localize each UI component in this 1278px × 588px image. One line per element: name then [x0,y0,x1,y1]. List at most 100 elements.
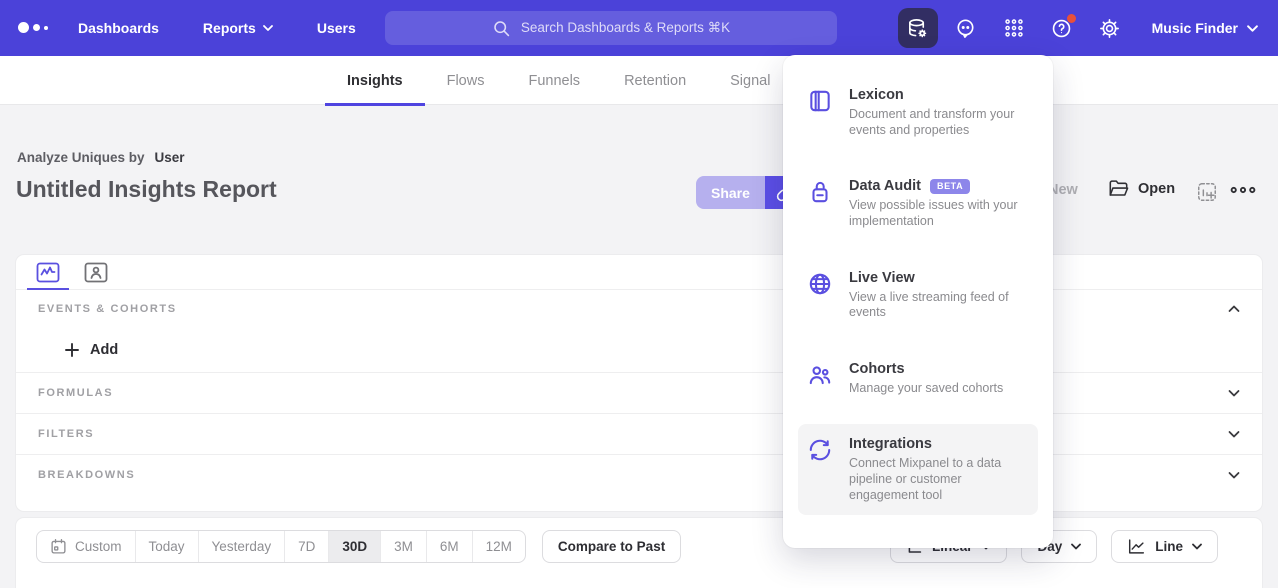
nav-users[interactable]: Users [317,20,356,36]
message-bubble-icon [954,17,977,40]
range-yesterday[interactable]: Yesterday [198,531,285,562]
menu-item-cohorts[interactable]: Cohorts Manage your saved cohorts [798,349,1038,409]
calendar-icon [50,538,67,555]
chevron-down-icon [1228,430,1240,438]
range-30d[interactable]: 30D [328,531,380,562]
menu-item-integrations[interactable]: Integrations Connect Mixpanel to a data … [798,424,1038,515]
settings-button[interactable] [1090,8,1130,48]
share-button[interactable]: Share [696,176,765,209]
range-custom[interactable]: Custom [37,531,135,562]
nav-users-label: Users [317,20,356,36]
nav-reports-label: Reports [203,20,256,36]
filters-label: FILTERS [38,428,94,440]
open-report-button[interactable]: Open [1108,179,1175,198]
beta-badge: BETA [930,179,970,194]
filters-section[interactable]: FILTERS [16,413,1262,454]
tab-label: Insights [347,73,403,89]
analyze-entity-selector[interactable]: User [155,150,185,165]
events-cohorts-label: EVENTS & COHORTS [38,303,177,315]
breakdowns-section[interactable]: BREAKDOWNS [16,454,1262,495]
person-card-icon [84,262,108,283]
tab-insights[interactable]: Insights [325,56,425,105]
range-today[interactable]: Today [135,531,198,562]
more-options-button[interactable] [1230,184,1256,196]
cohorts-people-icon [807,361,833,397]
logo-dot [44,26,48,30]
tab-label: Funnels [528,73,580,89]
add-event-row: Add [16,328,1262,372]
chart-type-label: Line [1155,539,1183,554]
menu-item-title: Live View [849,270,915,286]
add-to-dashboard-button[interactable] [1196,181,1218,203]
nav-dashboards[interactable]: Dashboards [78,20,159,36]
menu-item-text: Integrations Connect Mixpanel to a data … [849,436,1029,503]
folder-icon [1108,179,1129,198]
add-event-button[interactable]: Add [64,342,118,358]
menu-item-lexicon[interactable]: Lexicon Document and transform your even… [798,75,1038,150]
grid-dots-icon [1003,17,1025,39]
range-6m[interactable]: 6M [426,531,472,562]
menu-item-description: Document and transform your events and p… [849,107,1029,138]
tab-signal[interactable]: Signal [708,56,792,105]
query-builder-panel: EVENTS & COHORTS Add FORMULAS FILTERS BR… [16,255,1262,511]
chart-type-dropdown[interactable]: Line [1111,530,1218,563]
menu-item-text: Cohorts Manage your saved cohorts [849,361,1029,397]
search-input[interactable]: Search Dashboards & Reports ⌘K [385,11,837,45]
date-range-group: Custom Today Yesterday 7D 30D 3M 6M 12M [36,530,526,563]
breakdowns-label: BREAKDOWNS [38,469,135,481]
chart-controls-card: Custom Today Yesterday 7D 30D 3M 6M 12M … [16,518,1262,588]
logo-dot [33,24,40,31]
range-3m[interactable]: 3M [380,531,426,562]
range-12m[interactable]: 12M [472,531,525,562]
range-7d[interactable]: 7D [284,531,328,562]
report-title[interactable]: Untitled Insights Report [16,176,277,203]
tab-label: Retention [624,73,686,89]
gear-icon [1098,17,1121,40]
menu-item-title: Cohorts [849,361,905,377]
builder-view-tabs [16,255,1262,290]
menu-item-text: Data Audit BETA View possible issues wit… [849,178,1029,229]
menu-item-description: Connect Mixpanel to a data pipeline or c… [849,456,1029,503]
range-label: 30D [342,539,367,554]
menu-item-description: Manage your saved cohorts [849,381,1029,397]
nav-reports[interactable]: Reports [203,20,273,36]
search-icon [492,19,511,38]
chevron-down-icon [1228,471,1240,479]
tab-events-view[interactable] [24,255,72,289]
project-switcher[interactable]: Music Finder [1152,20,1258,36]
menu-item-title: Data Audit [849,178,921,194]
compare-to-past-button[interactable]: Compare to Past [542,530,681,563]
chart-add-icon [1196,181,1218,203]
events-cohorts-section-header[interactable]: EVENTS & COHORTS [16,290,1262,328]
tab-flows[interactable]: Flows [425,56,507,105]
range-label: Yesterday [212,539,272,554]
three-dots-icon [1230,184,1256,196]
apps-grid-button[interactable] [994,8,1034,48]
menu-item-live-view[interactable]: Live View View a live streaming feed of … [798,258,1038,333]
range-label: 7D [298,539,315,554]
tab-profiles-view[interactable] [72,255,120,289]
range-label: 3M [394,539,413,554]
menu-item-title: Integrations [849,436,932,452]
integrations-sync-icon [807,436,833,503]
logo-dot [18,22,29,33]
help-button[interactable] [1042,8,1082,48]
menu-item-data-audit[interactable]: Data Audit BETA View possible issues wit… [798,166,1038,241]
range-label: 6M [440,539,459,554]
data-management-button[interactable] [898,8,938,48]
feedback-button[interactable] [946,8,986,48]
menu-item-title: Lexicon [849,87,904,103]
formulas-section[interactable]: FORMULAS [16,372,1262,413]
menu-item-text: Live View View a live streaming feed of … [849,270,1029,321]
range-label: 12M [486,539,512,554]
chevron-down-icon [1228,389,1240,397]
analyze-by-line: Analyze Uniques by User [17,150,185,165]
chevron-up-icon [1228,305,1240,313]
mixpanel-logo[interactable] [18,22,48,33]
notification-dot [1067,14,1076,23]
data-audit-lock-icon [807,178,833,229]
tab-retention[interactable]: Retention [602,56,708,105]
tab-funnels[interactable]: Funnels [506,56,602,105]
data-tools-dropdown-menu: Lexicon Document and transform your even… [783,55,1053,548]
top-navigation-bar: Dashboards Reports Users Search Dashboar… [0,0,1278,56]
